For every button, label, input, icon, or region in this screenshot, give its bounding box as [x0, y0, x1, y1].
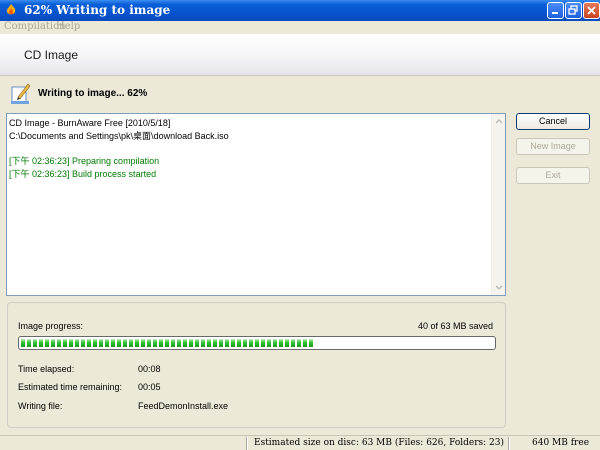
log-output[interactable]: CD Image - BurnAware Free [2010/5/18] C:\…	[6, 113, 506, 296]
progress-saved: 40 of 63 MB saved	[417, 321, 493, 331]
vertical-scrollbar[interactable]	[491, 114, 505, 295]
progress-segment	[231, 339, 235, 347]
progress-segment	[273, 339, 277, 347]
progress-segment	[111, 339, 115, 347]
minimize-icon	[552, 12, 558, 14]
progress-segment	[165, 339, 169, 347]
progress-segment	[153, 339, 157, 347]
progress-segment	[57, 339, 61, 347]
progress-segment	[51, 339, 55, 347]
maximize-button[interactable]	[565, 2, 582, 19]
progress-segment	[309, 339, 313, 347]
scroll-down-button[interactable]	[493, 282, 505, 294]
progress-segment	[33, 339, 37, 347]
statusbar-separator	[508, 437, 510, 450]
progress-panel: Image progress: 40 of 63 MB saved Time e…	[7, 302, 506, 428]
window-title: 62% Writing to image	[24, 3, 171, 17]
progress-segment	[195, 339, 199, 347]
elapsed-label: Time elapsed:	[18, 364, 75, 374]
remaining-value: 00:05	[138, 382, 161, 392]
progress-label: Image progress:	[18, 321, 84, 331]
progress-segment	[219, 339, 223, 347]
progress-segment	[225, 339, 229, 347]
progress-segment	[237, 339, 241, 347]
exit-button[interactable]: Exit	[516, 167, 590, 184]
burnaware-flame-icon	[6, 4, 16, 15]
file-value: FeedDemonInstall.exe	[138, 401, 229, 411]
file-label: Writing file:	[18, 401, 63, 411]
progress-segment	[81, 339, 85, 347]
log-line: [下午 02:36:23] Preparing compilation	[9, 156, 160, 167]
progress-segment	[183, 339, 187, 347]
title-bar[interactable]: 62% Writing to image	[0, 0, 600, 21]
status-bar: Estimated size on disc: 63 MB (Files: 62…	[0, 435, 600, 450]
menu-help[interactable]: Help	[56, 21, 80, 32]
progress-segment	[303, 339, 307, 347]
log-line: [下午 02:36:23] Build process started	[9, 168, 157, 179]
progress-segment	[249, 339, 253, 347]
progress-segment	[171, 339, 175, 347]
progress-segment	[297, 339, 301, 347]
progress-segment	[279, 339, 283, 347]
status-row: Writing to image... 62%	[0, 78, 600, 110]
progress-segment	[75, 339, 79, 347]
progress-fill	[21, 339, 314, 347]
scroll-up-button[interactable]	[493, 115, 505, 127]
progress-segment	[213, 339, 217, 347]
progress-segment	[141, 339, 145, 347]
progress-segment	[135, 339, 139, 347]
restore-icon	[568, 5, 578, 15]
header-banner: CD Image	[0, 34, 600, 76]
progress-segment	[45, 339, 49, 347]
progress-segment	[255, 339, 259, 347]
log-line: C:\Documents and Settings\pk\桌面\download…	[9, 130, 229, 141]
progress-segment	[63, 339, 67, 347]
progress-segment	[285, 339, 289, 347]
progress-segment	[267, 339, 271, 347]
remaining-label: Estimated time remaining:	[18, 382, 123, 392]
close-icon	[587, 6, 596, 15]
progress-segments	[21, 339, 313, 347]
chevron-down-icon	[495, 285, 503, 290]
elapsed-value: 00:08	[138, 364, 161, 374]
progress-segment	[123, 339, 127, 347]
progress-segment	[117, 339, 121, 347]
new-image-button[interactable]: New Image	[516, 138, 590, 155]
progress-segment	[189, 339, 193, 347]
status-text: Writing to image... 62%	[38, 88, 148, 99]
progress-segment	[93, 339, 97, 347]
progress-segment	[87, 339, 91, 347]
log-gap	[9, 142, 489, 155]
progress-segment	[159, 339, 163, 347]
statusbar-separator	[246, 437, 248, 450]
minimize-button[interactable]	[547, 2, 564, 19]
progress-segment	[177, 339, 181, 347]
page-title: CD Image	[24, 48, 79, 62]
estimated-size: Estimated size on disc: 63 MB (Files: 62…	[254, 438, 505, 448]
write-document-icon	[11, 83, 31, 104]
progress-segment	[39, 339, 43, 347]
progress-segment	[201, 339, 205, 347]
progress-segment	[99, 339, 103, 347]
progress-segment	[207, 339, 211, 347]
progress-segment	[105, 339, 109, 347]
progress-segment	[129, 339, 133, 347]
progress-segment	[291, 339, 295, 347]
cancel-button[interactable]: Cancel	[516, 113, 590, 130]
progress-segment	[243, 339, 247, 347]
log-line: CD Image - BurnAware Free [2010/5/18]	[9, 118, 171, 128]
progress-segment	[69, 339, 73, 347]
menu-bar: Compilation Help	[0, 21, 600, 34]
log-lines: CD Image - BurnAware Free [2010/5/18] C:\…	[9, 117, 489, 180]
image-progress-bar	[18, 336, 496, 350]
free-space: 640 MB free	[532, 438, 590, 448]
chevron-up-icon	[495, 119, 503, 124]
close-button[interactable]	[583, 2, 600, 19]
progress-segment	[147, 339, 151, 347]
progress-segment	[27, 339, 31, 347]
progress-segment	[261, 339, 265, 347]
progress-segment	[21, 339, 25, 347]
